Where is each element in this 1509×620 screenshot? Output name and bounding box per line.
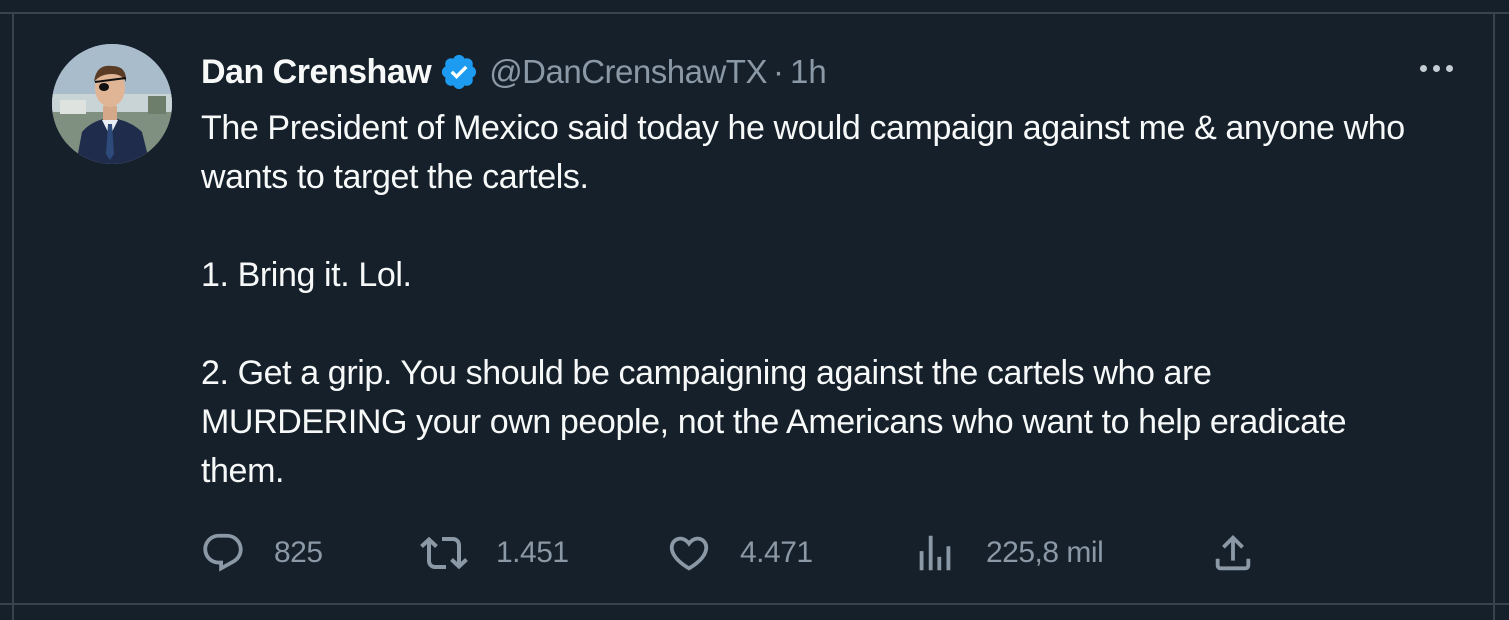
like-button[interactable]: 4.471 [666,528,813,578]
separator-dot: · [772,53,784,90]
tweet-paragraph-3: 2. Get a grip. You should be campaigning… [201,354,1347,490]
tweet-header: Dan Crenshaw @DanCrenshawTX · 1h [201,50,827,94]
tweet-text: The President of Mexico said today he wo… [201,104,1421,496]
top-divider [0,12,1509,14]
reply-icon [200,530,246,576]
reply-button[interactable]: 825 [200,528,323,578]
avatar[interactable] [52,44,172,164]
views-button[interactable]: 225,8 mil [912,528,1104,578]
share-button[interactable] [1210,528,1256,578]
tweet-paragraph-2: 1. Bring it. Lol. [201,256,412,294]
left-border [12,12,14,620]
retweet-icon [420,529,468,577]
reply-count: 825 [274,536,323,569]
views-count: 225,8 mil [986,536,1104,569]
tweet-timestamp[interactable]: 1h [790,53,827,91]
tweet-card: Dan Crenshaw @DanCrenshawTX · 1h The Pre… [0,0,1509,620]
author-handle[interactable]: @DanCrenshawTX [489,53,767,91]
bottom-divider [0,603,1509,605]
share-icon [1210,530,1256,576]
heart-icon [666,530,712,576]
like-count: 4.471 [740,536,813,569]
author-name[interactable]: Dan Crenshaw [201,53,432,92]
verified-badge-icon [439,52,479,92]
analytics-icon [912,530,958,576]
right-border [1493,12,1495,620]
retweet-button[interactable]: 1.451 [420,528,569,578]
tweet-paragraph-1: The President of Mexico said today he wo… [201,109,1405,196]
tweet-actions-bar: 825 1.451 4.471 225,8 mil [200,528,1280,578]
retweet-count: 1.451 [496,536,569,569]
more-dots-icon[interactable] [1408,48,1464,88]
